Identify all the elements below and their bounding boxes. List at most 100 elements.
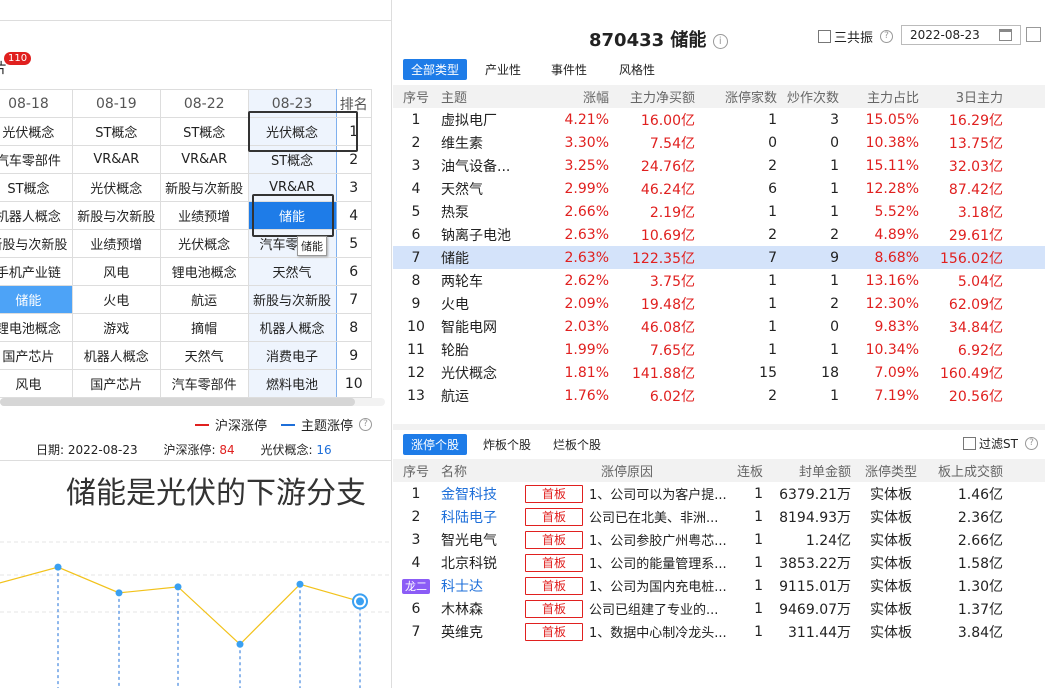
tab-industry[interactable]: 产业性 [485, 61, 521, 78]
topic-row[interactable]: 10 智能电网 2.03% 46.08亿 1 0 9.83% 34.84亿 [393, 315, 1045, 338]
stock-row[interactable]: 7 英维克 首板 1、数据中心制冷龙头... 1 311.44万 实体板 3.84亿 [393, 620, 1045, 643]
topic-cell[interactable]: 天然气 [439, 177, 537, 200]
rank-cell[interactable]: 风电 [71, 257, 161, 286]
tab-style[interactable]: 风格性 [619, 61, 655, 78]
stock-header-6[interactable]: 板上成交额 [929, 459, 1005, 482]
topic-row[interactable]: 13 航运 1.76% 6.02亿 2 1 7.19% 20.56亿 [393, 384, 1045, 407]
stock-name[interactable]: 北京科锐 [439, 551, 521, 574]
help-icon[interactable]: ? [880, 30, 894, 43]
info-icon[interactable]: i [712, 33, 728, 49]
topic-header-0[interactable]: 序号 [393, 85, 439, 108]
rank-header-1[interactable]: 08-19 [71, 89, 161, 118]
rank-cell[interactable]: 新股与次新股 [0, 229, 73, 258]
topic-cell[interactable]: 两轮车 [439, 269, 537, 292]
rank-cell[interactable]: 汽车零部件 [0, 145, 73, 174]
rank-cell[interactable]: 光伏概念 [159, 229, 249, 258]
topic-row[interactable]: 8 两轮车 2.62% 3.75亿 1 1 13.16% 5.04亿 [393, 269, 1045, 292]
h-scrollbar[interactable] [0, 398, 385, 406]
topic-row[interactable]: 3 油气设备... 3.25% 24.76亿 2 1 15.11% 32.03亿 [393, 154, 1045, 177]
stock-header-4[interactable]: 封单金额 [765, 459, 853, 482]
rank-cell[interactable]: ST概念 [159, 117, 249, 146]
stock-name[interactable]: 金智科技 [439, 482, 521, 505]
date-picker[interactable]: 2022-08-23 [901, 25, 1021, 45]
stock-row[interactable]: 1 金智科技 首板 1、公司可以为客户提... 1 6379.21万 实体板 1.46亿 [393, 482, 1045, 505]
rank-cell[interactable]: 锂电池概念 [159, 257, 249, 286]
topic-header-7[interactable]: 3日主力 [921, 85, 1005, 108]
data-point[interactable] [296, 580, 304, 588]
stock-header-1[interactable]: 名称 [439, 459, 521, 482]
rank-cell[interactable]: 消费电子 [247, 341, 337, 370]
topic-header-6[interactable]: 主力占比 [841, 85, 921, 108]
stock-row[interactable]: 4 北京科锐 首板 1、公司的能量管理系... 1 3853.22万 实体板 1.58亿 [393, 551, 1045, 574]
rank-cell[interactable]: 新股与次新股 [247, 285, 337, 314]
rank-cell[interactable]: VR&AR [159, 145, 249, 174]
rank-cell[interactable]: 国产芯片 [0, 341, 73, 370]
rank-cell[interactable]: VR&AR [71, 145, 161, 174]
rank-cell[interactable]: 机器人概念 [0, 201, 73, 230]
data-point[interactable] [115, 589, 123, 597]
topic-row[interactable]: 11 轮胎 1.99% 7.65亿 1 1 10.34% 6.92亿 [393, 338, 1045, 361]
topic-row[interactable]: 4 天然气 2.99% 46.24亿 6 1 12.28% 87.42亿 [393, 177, 1045, 200]
rank-header-2[interactable]: 08-22 [159, 89, 249, 118]
topic-cell[interactable]: 钠离子电池 [439, 223, 537, 246]
stock-name[interactable]: 智光电气 [439, 528, 521, 551]
rank-cell[interactable]: 光伏概念 [0, 117, 73, 146]
topic-cell[interactable]: 航运 [439, 384, 537, 407]
rank-cell[interactable]: 航运 [159, 285, 249, 314]
rank-cell[interactable]: 新股与次新股 [159, 173, 249, 202]
stock-name[interactable]: 英维克 [439, 620, 521, 643]
rank-cell[interactable]: 锂电池概念 [0, 313, 73, 342]
topic-cell[interactable]: 虚拟电厂 [439, 108, 537, 131]
data-point-selected[interactable] [356, 597, 364, 606]
topic-row[interactable]: 5 热泵 2.66% 2.19亿 1 1 5.52% 3.18亿 [393, 200, 1045, 223]
topic-cell[interactable]: 轮胎 [439, 338, 537, 361]
topic-cell[interactable]: 储能 [439, 246, 537, 269]
topic-cell[interactable]: 油气设备... [439, 154, 537, 177]
rank-cell[interactable]: 机器人概念 [247, 313, 337, 342]
rank-cell[interactable]: 机器人概念 [71, 341, 161, 370]
data-point[interactable] [236, 640, 244, 648]
topic-header-3[interactable]: 主力净买额 [611, 85, 697, 108]
rank-cell[interactable]: 业绩预增 [159, 201, 249, 230]
rank-cell[interactable]: 摘帽 [159, 313, 249, 342]
stock-name[interactable]: 科陆电子 [439, 505, 521, 528]
stock-name[interactable]: 木林森 [439, 597, 521, 620]
topic-cell[interactable]: 热泵 [439, 200, 537, 223]
topic-row[interactable]: 1 虚拟电厂 4.21% 16.00亿 1 3 15.05% 16.29亿 [393, 108, 1045, 131]
topic-row[interactable]: 6 钠离子电池 2.63% 10.69亿 2 2 4.89% 29.61亿 [393, 223, 1045, 246]
tab-event[interactable]: 事件性 [551, 61, 587, 78]
rank-cell[interactable]: 天然气 [159, 341, 249, 370]
rank-cell[interactable]: 火电 [71, 285, 161, 314]
rank-cell[interactable]: 光伏概念 [71, 173, 161, 202]
stock-row[interactable]: 3 智光电气 首板 1、公司参胶广州粤芯... 1 1.24亿 实体板 2.66亿 [393, 528, 1045, 551]
rank-cell[interactable]: 汽车零部件 [159, 369, 249, 398]
calendar-icon[interactable] [999, 29, 1012, 41]
topic-cell[interactable]: 光伏概念 [439, 361, 537, 384]
tab-limit-up[interactable]: 涨停个股 [403, 434, 468, 455]
rank-cell[interactable]: ST概念 [71, 117, 161, 146]
stock-row[interactable]: 2 科陆电子 首板 公司已在北美、非洲... 1 8194.93万 实体板 2.36亿 [393, 505, 1045, 528]
rank-cell[interactable]: 燃料电池 [247, 369, 337, 398]
sgz-checkbox-group[interactable]: 三共振 ? [818, 27, 894, 46]
v-scrollbar[interactable] [1035, 85, 1043, 385]
topic-header-1[interactable]: 主题 [439, 85, 537, 108]
rank-cell[interactable]: 手机产业链 [0, 257, 73, 286]
stock-header-5[interactable]: 涨停类型 [853, 459, 929, 482]
rank-cell[interactable]: 储能 [0, 285, 73, 314]
tab-rotten-board[interactable]: 烂板个股 [553, 436, 601, 453]
filter-st-checkbox[interactable] [963, 437, 976, 450]
data-point[interactable] [174, 583, 182, 591]
stock-name[interactable]: 科士达 [439, 574, 521, 597]
topic-row[interactable]: 9 火电 2.09% 19.48亿 1 2 12.30% 62.09亿 [393, 292, 1045, 315]
tab-all-types[interactable]: 全部类型 [403, 59, 468, 80]
help-icon[interactable]: ? [359, 418, 373, 431]
rank-cell[interactable]: 天然气 [247, 257, 337, 286]
topic-row[interactable]: 12 光伏概念 1.81% 141.88亿 15 18 7.09% 160.49亿 [393, 361, 1045, 384]
tab-broken-board[interactable]: 炸板个股 [483, 436, 531, 453]
rank-cell[interactable]: ST概念 [0, 173, 73, 202]
sgz-checkbox[interactable] [818, 30, 831, 43]
rank-header-0[interactable]: 08-18 [0, 89, 73, 118]
filter-st[interactable]: 过滤ST ? [963, 435, 1038, 452]
rank-cell[interactable]: 新股与次新股 [71, 201, 161, 230]
rank-cell[interactable]: 业绩预增 [71, 229, 161, 258]
